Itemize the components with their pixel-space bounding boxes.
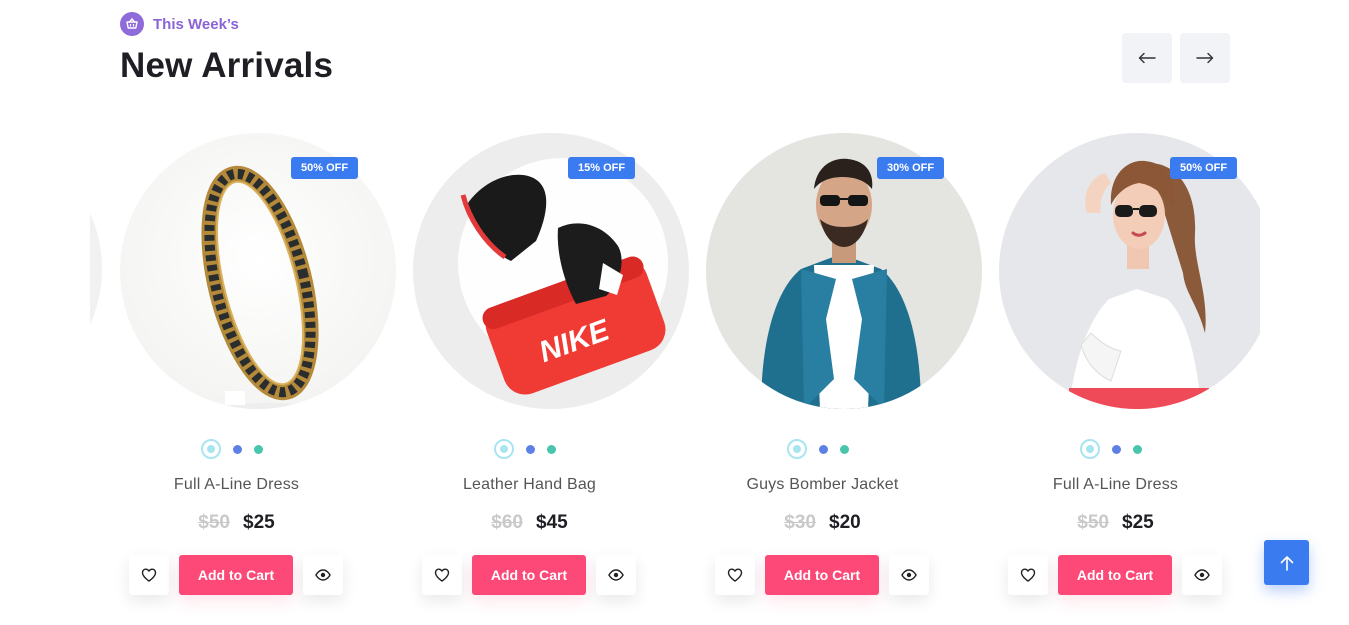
old-price: $50 [198, 512, 230, 533]
add-to-cart-button[interactable]: Add to Cart [1058, 555, 1172, 595]
color-swatch[interactable] [840, 444, 849, 454]
product-name[interactable]: Full A-Line Dress [90, 476, 383, 494]
arrow-up-icon [1280, 555, 1293, 571]
current-price: $45 [536, 512, 568, 533]
wishlist-button[interactable] [422, 555, 462, 595]
color-swatch[interactable] [254, 444, 263, 454]
wishlist-button[interactable] [129, 555, 169, 595]
section-title: New Arrivals [120, 46, 334, 85]
heart-icon [434, 568, 450, 582]
color-swatch[interactable] [526, 444, 535, 454]
quick-view-button[interactable] [1182, 555, 1222, 595]
product-name[interactable]: Leather Hand Bag [383, 476, 676, 494]
product-actions: Add to Cart [715, 555, 929, 595]
wishlist-button[interactable] [715, 555, 755, 595]
product-card: 50% OFF Full A-Line Dress $50 $25 Add to… [90, 120, 396, 625]
color-swatch-selected[interactable] [494, 439, 514, 459]
discount-badge: 50% OFF [1170, 157, 1238, 179]
product-prices: $30 $20 [676, 512, 969, 534]
color-swatches [1080, 439, 1142, 459]
product-card: 30% OFF Guys Bomber Jacket $30 $20 Add t… [676, 120, 982, 625]
discount-badge: 50% OFF [291, 157, 359, 179]
current-price: $25 [243, 512, 275, 533]
product-actions: Add to Cart [129, 555, 343, 595]
color-swatch[interactable] [547, 444, 556, 454]
color-swatch[interactable] [233, 444, 242, 454]
back-to-top-button[interactable] [1264, 540, 1309, 585]
product-card: NIKE 15% OFF Leather Hand Bag $60 $45 Ad… [383, 120, 689, 625]
color-swatch-selected[interactable] [787, 439, 807, 459]
quick-view-button[interactable] [596, 555, 636, 595]
discount-badge: 30% OFF [877, 157, 945, 179]
discount-badge: 15% OFF [568, 157, 636, 179]
carousel-prev-button[interactable] [1122, 33, 1172, 83]
heart-icon [1020, 568, 1036, 582]
product-prices: $60 $45 [383, 512, 676, 534]
current-price: $20 [829, 512, 861, 533]
color-swatch[interactable] [819, 444, 828, 454]
product-name[interactable]: Full A-Line Dress [969, 476, 1260, 494]
product-card: 50% OFF Full A-Line Dress $50 $25 Add to… [969, 120, 1260, 625]
add-to-cart-button[interactable]: Add to Cart [765, 555, 879, 595]
carousel-next-button[interactable] [1180, 33, 1230, 83]
heart-icon [141, 568, 157, 582]
wishlist-button[interactable] [1008, 555, 1048, 595]
product-actions: Add to Cart [1008, 555, 1222, 595]
eye-icon [1194, 569, 1210, 581]
current-price: $25 [1122, 512, 1154, 533]
add-to-cart-button[interactable]: Add to Cart [179, 555, 293, 595]
eye-icon [901, 569, 917, 581]
product-image[interactable]: NIKE [413, 133, 689, 409]
basket-icon [120, 12, 144, 36]
color-swatch[interactable] [1133, 444, 1142, 454]
quick-view-button[interactable] [303, 555, 343, 595]
color-swatch-selected[interactable] [201, 439, 221, 459]
product-carousel: 50% OFF Full A-Line Dress $50 $25 Add to… [90, 120, 1260, 625]
old-price: $60 [491, 512, 523, 533]
color-swatches [787, 439, 849, 459]
heart-icon [727, 568, 743, 582]
product-prices: $50 $25 [90, 512, 383, 534]
old-price: $50 [1077, 512, 1109, 533]
section-eyebrow: This Week’s [120, 12, 239, 36]
color-swatches [201, 439, 263, 459]
arrow-left-icon [1138, 52, 1156, 64]
add-to-cart-button[interactable]: Add to Cart [472, 555, 586, 595]
color-swatch[interactable] [1112, 444, 1121, 454]
arrow-right-icon [1196, 52, 1214, 64]
old-price: $30 [784, 512, 816, 533]
color-swatch-selected[interactable] [1080, 439, 1100, 459]
eye-icon [315, 569, 331, 581]
quick-view-button[interactable] [889, 555, 929, 595]
product-prices: $50 $25 [969, 512, 1260, 534]
color-swatches [494, 439, 556, 459]
product-name[interactable]: Guys Bomber Jacket [676, 476, 969, 494]
section-eyebrow-label: This Week’s [153, 15, 239, 33]
product-actions: Add to Cart [422, 555, 636, 595]
eye-icon [608, 569, 624, 581]
